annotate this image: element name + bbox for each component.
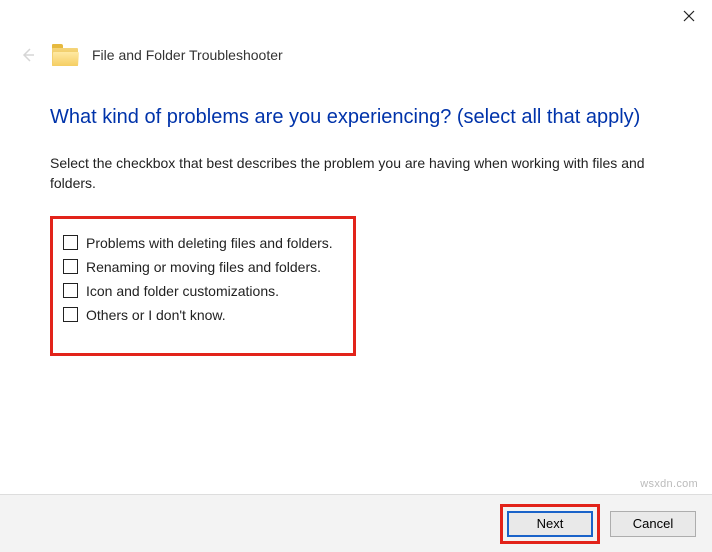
app-title: File and Folder Troubleshooter	[92, 47, 283, 63]
page-description: Select the checkbox that best describes …	[50, 153, 662, 194]
back-arrow-icon	[20, 47, 36, 63]
cancel-button[interactable]: Cancel	[610, 511, 696, 537]
option-label: Icon and folder customizations.	[86, 283, 279, 299]
option-label: Problems with deleting files and folders…	[86, 235, 333, 251]
footer-bar: Next Cancel	[0, 494, 712, 552]
page-heading: What kind of problems are you experienci…	[50, 106, 662, 129]
checkbox[interactable]	[63, 235, 78, 250]
content-area: What kind of problems are you experienci…	[50, 106, 662, 356]
folder-icon	[52, 44, 78, 66]
option-label: Renaming or moving files and folders.	[86, 259, 321, 275]
options-highlight-box: Problems with deleting files and folders…	[50, 216, 356, 356]
titlebar	[0, 0, 712, 32]
option-label: Others or I don't know.	[86, 307, 226, 323]
option-row[interactable]: Others or I don't know.	[63, 307, 343, 323]
close-icon	[683, 10, 695, 22]
next-highlight-box: Next	[500, 504, 600, 544]
close-button[interactable]	[666, 0, 712, 32]
next-button[interactable]: Next	[507, 511, 593, 537]
option-row[interactable]: Renaming or moving files and folders.	[63, 259, 343, 275]
option-row[interactable]: Icon and folder customizations.	[63, 283, 343, 299]
watermark: wsxdn.com	[640, 478, 698, 490]
header-row: File and Folder Troubleshooter	[18, 44, 694, 66]
checkbox[interactable]	[63, 283, 78, 298]
option-row[interactable]: Problems with deleting files and folders…	[63, 235, 343, 251]
checkbox[interactable]	[63, 307, 78, 322]
checkbox[interactable]	[63, 259, 78, 274]
back-button	[18, 45, 38, 65]
